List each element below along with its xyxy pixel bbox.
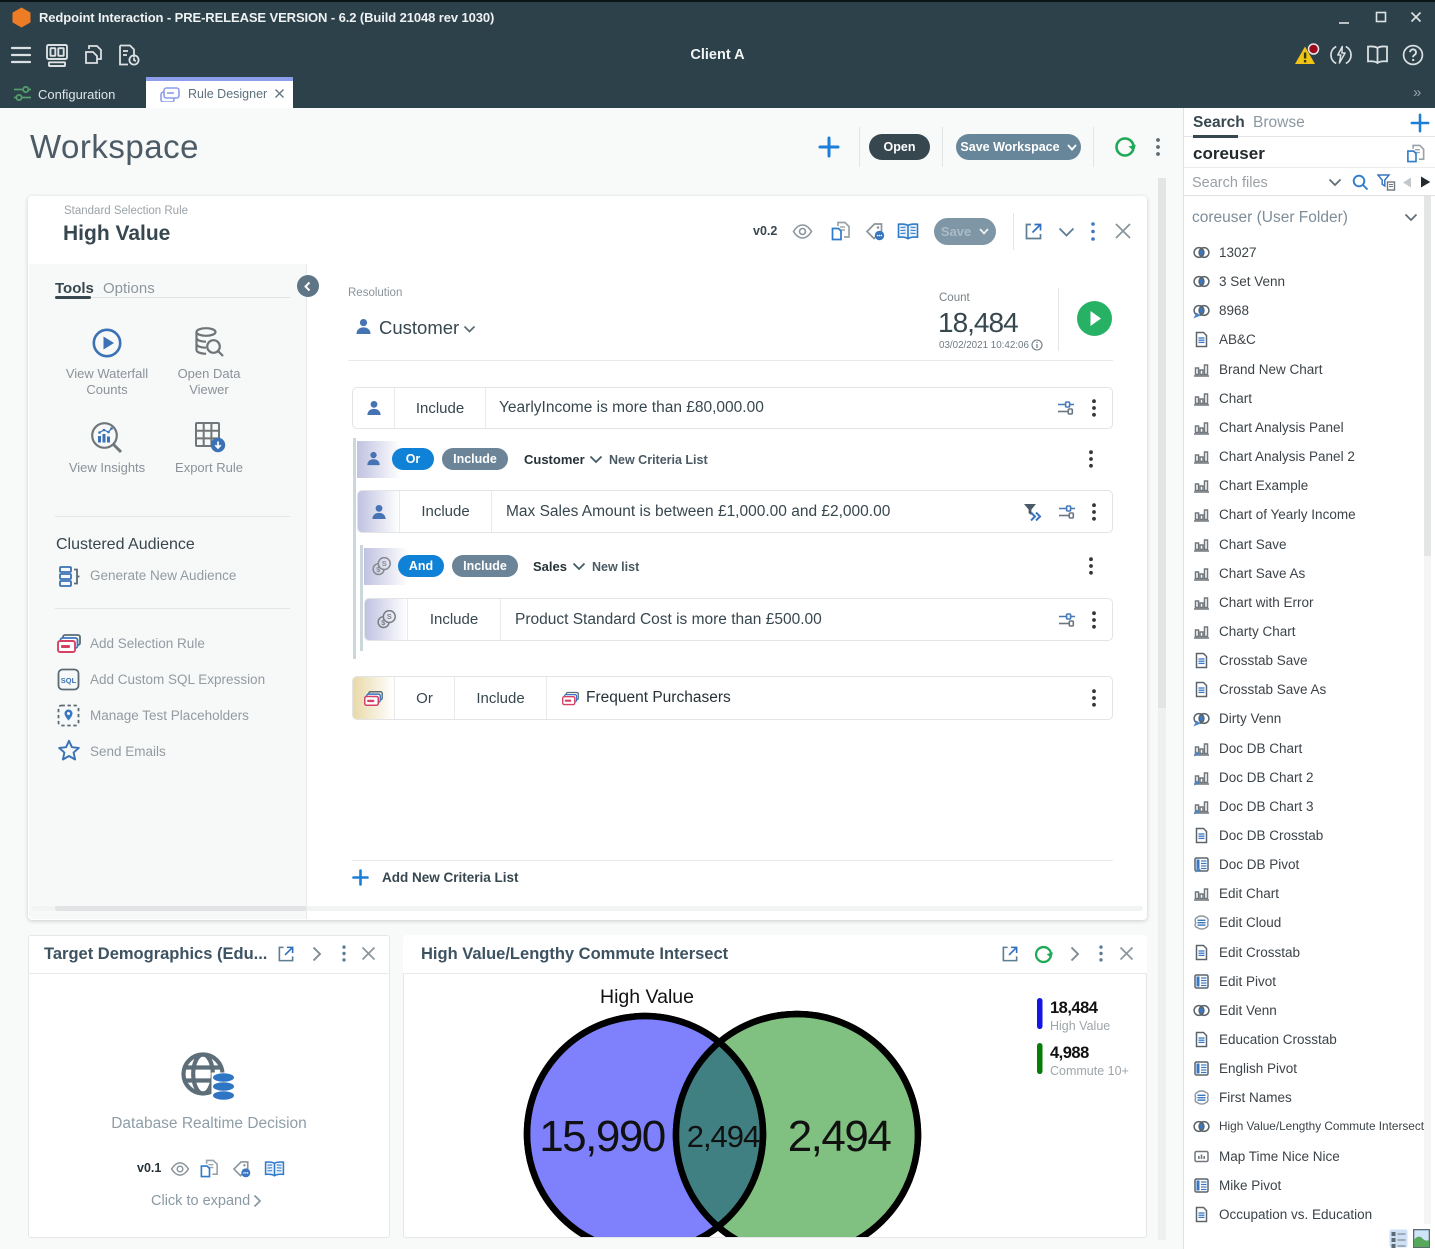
svg-text:High Value: High Value [600, 986, 694, 1008]
svg-text:18,484: 18,484 [1050, 999, 1099, 1017]
svg-text:SQL: SQL [61, 676, 77, 685]
svg-text:S: S [382, 559, 387, 568]
svg-text:High Value: High Value [1050, 1019, 1110, 1033]
svg-text:15,990: 15,990 [539, 1112, 665, 1161]
svg-text:Commute 10+: Commute 10+ [1050, 1064, 1129, 1078]
svg-text:S: S [386, 612, 391, 621]
svg-text:$: $ [381, 618, 385, 627]
svg-text:2,494: 2,494 [687, 1119, 760, 1154]
svg-text:4,988: 4,988 [1050, 1044, 1089, 1062]
svg-text:$: $ [376, 565, 380, 574]
svg-text:2,494: 2,494 [788, 1112, 892, 1161]
